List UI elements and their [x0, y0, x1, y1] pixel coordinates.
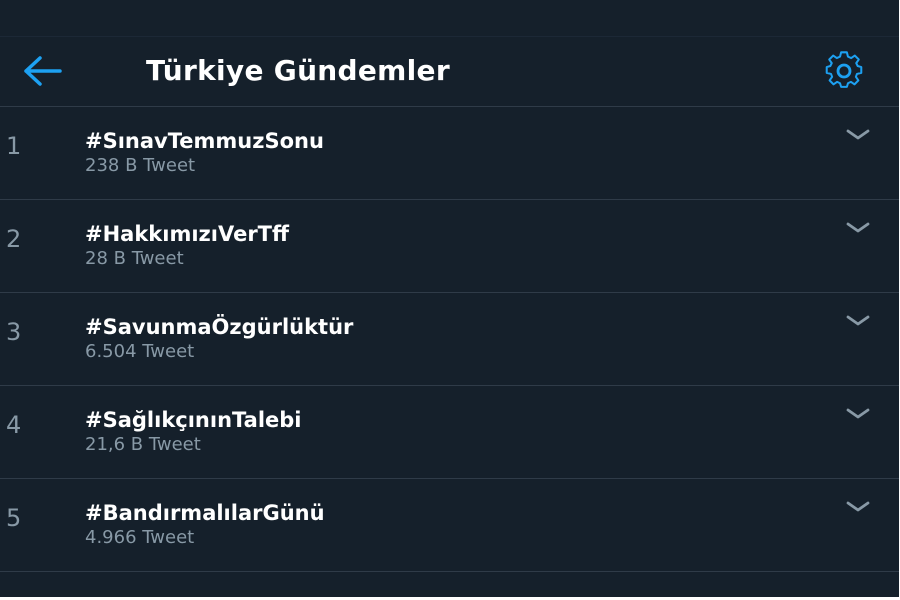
trend-tweet-count: 21,6 B Tweet [85, 434, 201, 455]
trend-options-button[interactable] [840, 495, 876, 519]
page-frame: Türkiye Gündemler 1 #SınavTemmuzSonu 238… [0, 0, 900, 600]
chevron-down-icon [846, 501, 870, 512]
back-button[interactable] [16, 50, 68, 92]
trend-rank: 1 [6, 132, 22, 160]
chevron-down-icon [846, 315, 870, 326]
chevron-down-icon [846, 222, 870, 233]
trend-row[interactable]: 5 #BandırmalılarGünü 4.966 Tweet [0, 479, 899, 572]
trend-options-button[interactable] [840, 216, 876, 240]
trend-row[interactable]: 2 #HakkımızıVerTff 28 B Tweet [0, 200, 899, 293]
trend-name[interactable]: #SavunmaÖzgürlüktür [85, 314, 353, 340]
trend-tweet-count: 238 B Tweet [85, 155, 196, 176]
trend-rank: 4 [6, 411, 22, 439]
trend-rank: 2 [6, 225, 22, 253]
trend-tweet-count: 4.966 Tweet [85, 527, 195, 548]
trend-options-button[interactable] [840, 123, 876, 147]
chevron-down-icon [846, 129, 870, 140]
trend-row[interactable]: 4 #SağlıkçınınTalebi 21,6 B Tweet [0, 386, 899, 479]
page-title: Türkiye Gündemler [146, 54, 450, 87]
chevron-down-icon [846, 408, 870, 419]
trend-tweet-count: 28 B Tweet [85, 248, 184, 269]
trend-tweet-count: 6.504 Tweet [85, 341, 195, 362]
trend-options-button[interactable] [840, 309, 876, 333]
trend-name[interactable]: #SağlıkçınınTalebi [85, 407, 302, 433]
trend-rank: 3 [6, 318, 22, 346]
gear-icon [825, 51, 863, 88]
trend-name[interactable]: #BandırmalılarGünü [85, 500, 325, 526]
trend-name[interactable]: #HakkımızıVerTff [85, 221, 289, 247]
arrow-left-icon [24, 56, 62, 86]
trend-rank: 5 [6, 504, 22, 532]
trend-list: 1 #SınavTemmuzSonu 238 B Tweet 2 #Hakkım… [0, 107, 899, 572]
trend-row[interactable]: 3 #SavunmaÖzgürlüktür 6.504 Tweet [0, 293, 899, 386]
header-bar: Türkiye Gündemler [0, 36, 899, 107]
trend-options-button[interactable] [840, 402, 876, 426]
trend-name[interactable]: #SınavTemmuzSonu [85, 128, 324, 154]
settings-button[interactable] [814, 48, 874, 94]
app-screen: Türkiye Gündemler 1 #SınavTemmuzSonu 238… [0, 0, 899, 597]
status-bar [0, 0, 899, 37]
trend-row[interactable]: 1 #SınavTemmuzSonu 238 B Tweet [0, 107, 899, 200]
